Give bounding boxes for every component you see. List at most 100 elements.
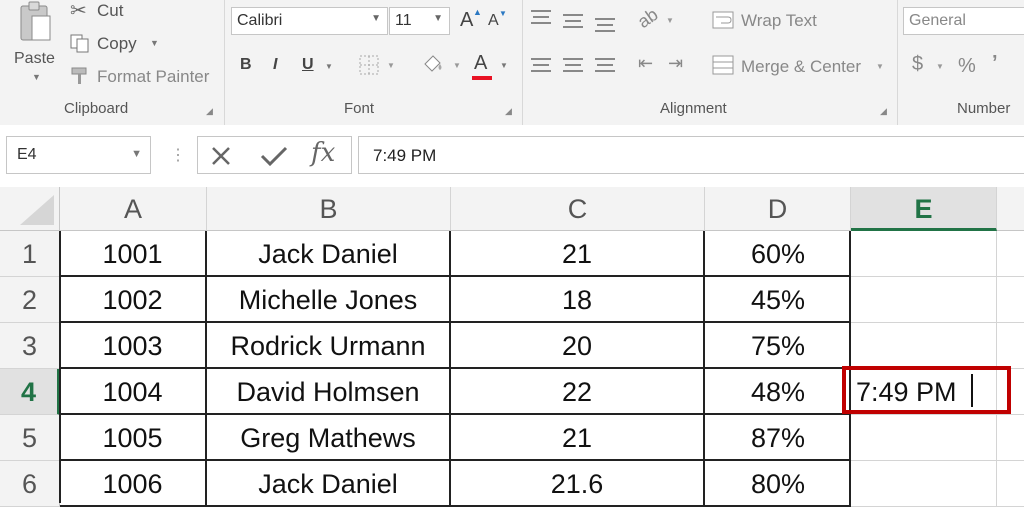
dialog-launcher-icon[interactable]: ◢	[505, 106, 512, 117]
paste-label: Paste	[14, 50, 55, 67]
column-header-c[interactable]: C	[451, 187, 705, 231]
decrease-indent-button[interactable]: ⇤	[638, 53, 662, 75]
cell-d3[interactable]: 75%	[705, 323, 851, 369]
chevron-down-icon[interactable]: ▼	[325, 62, 333, 71]
column-header-d[interactable]: D	[705, 187, 851, 231]
italic-button[interactable]: I	[273, 56, 277, 74]
cell-e2[interactable]	[851, 277, 997, 323]
format-painter-button[interactable]: Format Painter	[68, 64, 213, 88]
cell-b2[interactable]: Michelle Jones	[207, 277, 451, 323]
cell-f2[interactable]	[997, 277, 1024, 323]
cell-e3[interactable]	[851, 323, 997, 369]
cell-b6[interactable]: Jack Daniel	[207, 461, 451, 507]
cell-c1[interactable]: 21	[451, 231, 705, 277]
font-color-icon: A	[474, 52, 488, 74]
middle-align-button[interactable]	[563, 14, 585, 28]
insert-function-icon[interactable]: fx	[311, 138, 335, 168]
align-left-icon	[531, 58, 551, 72]
cell-c3[interactable]: 20	[451, 323, 705, 369]
number-format-combo[interactable]: General	[903, 7, 1024, 35]
copy-button[interactable]: Copy ▼	[68, 32, 168, 56]
top-align-button[interactable]	[531, 10, 553, 24]
cell-a4[interactable]: 1004	[60, 369, 207, 415]
cell-d2[interactable]: 45%	[705, 277, 851, 323]
shrink-font-button[interactable]: A ▼	[486, 9, 510, 33]
font-name-combo[interactable]: Calibri ▼	[231, 7, 388, 35]
underline-button[interactable]: U	[302, 56, 314, 74]
merge-center-button[interactable]: Merge & Center ▼	[712, 52, 892, 80]
cell-d1[interactable]: 60%	[705, 231, 851, 277]
column-header-b[interactable]: B	[207, 187, 451, 231]
dialog-launcher-icon[interactable]: ◢	[880, 106, 887, 117]
cell-b5[interactable]: Greg Mathews	[207, 415, 451, 461]
row-header-4[interactable]: 4	[0, 369, 60, 415]
row-header-5[interactable]: 5	[0, 415, 60, 461]
orientation-button[interactable]: ab ▼	[634, 4, 678, 32]
cell-c2[interactable]: 18	[451, 277, 705, 323]
cell-d6[interactable]: 80%	[705, 461, 851, 507]
cell-b1[interactable]: Jack Daniel	[207, 231, 451, 277]
cell-a1[interactable]: 1001	[60, 231, 207, 277]
cell-e6[interactable]	[851, 461, 997, 507]
chevron-down-icon: ▼	[32, 72, 41, 82]
paste-button[interactable]: Paste ▼	[12, 0, 60, 95]
increase-indent-button[interactable]: ⇥	[668, 53, 692, 75]
cell-a5[interactable]: 1005	[60, 415, 207, 461]
formula-input[interactable]: 7:49 PM	[358, 136, 1024, 174]
table-left-border	[59, 231, 61, 503]
select-all-icon	[20, 195, 54, 225]
fill-color-button[interactable]: ▼	[421, 52, 463, 78]
select-all-button[interactable]	[0, 187, 60, 231]
cell-f6[interactable]	[997, 461, 1024, 507]
row-header-1[interactable]: 1	[0, 231, 60, 277]
cell-a6[interactable]: 1006	[60, 461, 207, 507]
cell-a3[interactable]: 1003	[60, 323, 207, 369]
more-options-icon[interactable]: ⋮	[170, 145, 186, 165]
cell-e1[interactable]	[851, 231, 997, 277]
cell-d4[interactable]: 48%	[705, 369, 851, 415]
chevron-down-icon: ▼	[433, 13, 443, 24]
cell-c4[interactable]: 22	[451, 369, 705, 415]
group-divider	[224, 0, 225, 125]
bold-button[interactable]: B	[240, 56, 252, 74]
font-size-combo[interactable]: 11 ▼	[389, 7, 450, 35]
comma-button[interactable]: ’	[992, 52, 998, 75]
column-header-f[interactable]	[997, 187, 1024, 231]
formula-value: 7:49 PM	[373, 146, 437, 165]
borders-button[interactable]: ▼	[359, 54, 399, 76]
chevron-down-icon: ▼	[936, 62, 944, 71]
align-right-button[interactable]	[595, 58, 617, 72]
name-box[interactable]: E4 ▼	[6, 136, 151, 174]
column-header-a[interactable]: A	[60, 187, 207, 231]
cell-b4[interactable]: David Holmsen	[207, 369, 451, 415]
cell-f1[interactable]	[997, 231, 1024, 277]
row-header-2[interactable]: 2	[0, 277, 60, 323]
font-group-label: Font	[344, 100, 375, 117]
percent-button[interactable]: %	[958, 55, 976, 78]
font-size-value: 11	[395, 12, 412, 29]
cell-b3[interactable]: Rodrick Urmann	[207, 323, 451, 369]
cell-f3[interactable]	[997, 323, 1024, 369]
column-header-e[interactable]: E	[851, 187, 997, 231]
group-divider	[522, 0, 523, 125]
align-left-button[interactable]	[531, 58, 553, 72]
grow-font-button[interactable]: A ▲	[458, 7, 482, 33]
cell-a2[interactable]: 1002	[60, 277, 207, 323]
bottom-align-button[interactable]	[595, 18, 617, 32]
cancel-icon[interactable]	[210, 145, 232, 167]
cell-f5[interactable]	[997, 415, 1024, 461]
align-center-button[interactable]	[563, 58, 585, 72]
font-color-button[interactable]: A ▼	[472, 52, 514, 80]
row-header-6[interactable]: 6	[0, 461, 60, 507]
currency-button[interactable]: $ ▼	[912, 53, 952, 77]
row-header-3[interactable]: 3	[0, 323, 60, 369]
cell-c6[interactable]: 21.6	[451, 461, 705, 507]
cell-d5[interactable]: 87%	[705, 415, 851, 461]
enter-icon[interactable]	[260, 145, 288, 167]
wrap-text-button[interactable]: Wrap Text	[712, 8, 827, 34]
dialog-launcher-icon[interactable]: ◢	[206, 106, 213, 117]
cell-e5[interactable]	[851, 415, 997, 461]
chevron-down-icon: ▼	[876, 62, 884, 71]
number-group-label: Number	[957, 100, 1011, 117]
cell-c5[interactable]: 21	[451, 415, 705, 461]
